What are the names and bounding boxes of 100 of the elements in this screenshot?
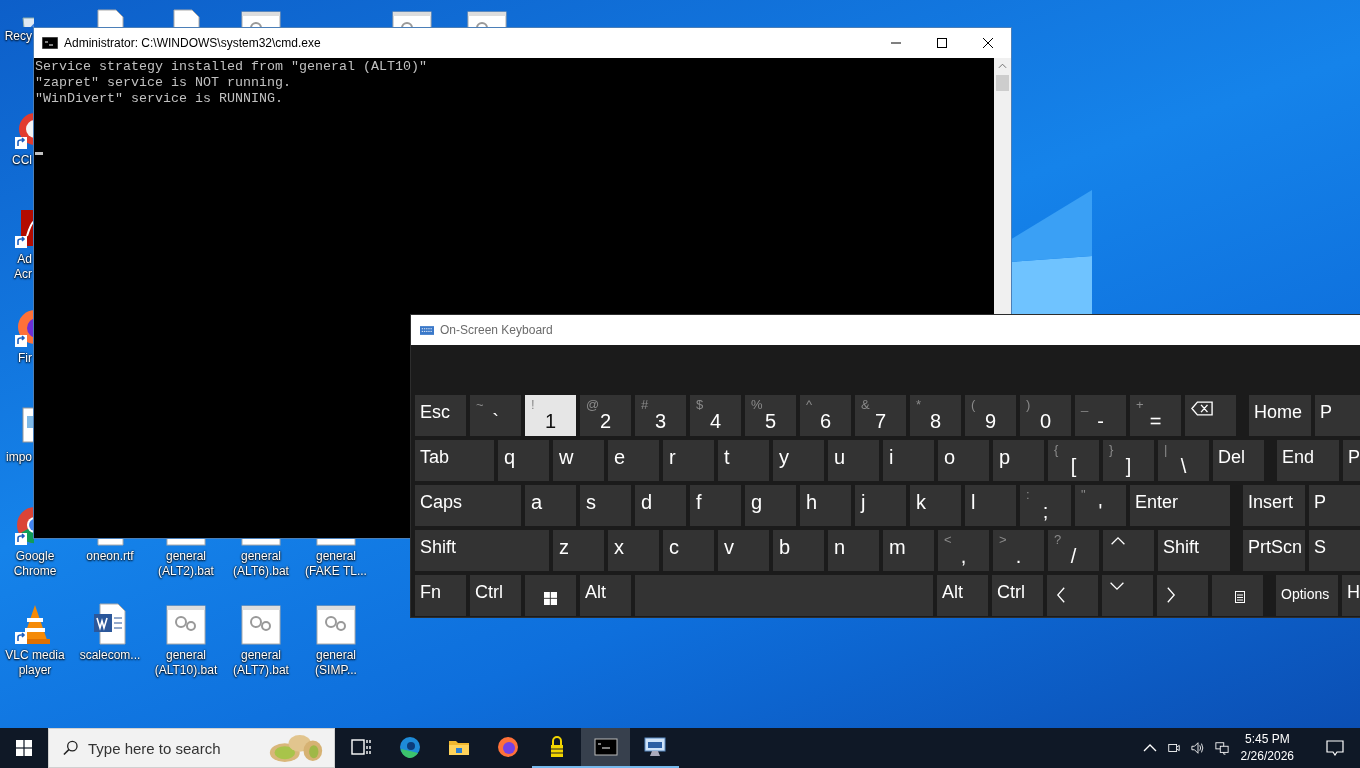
keyboard-key[interactable]: t <box>718 440 769 481</box>
clock[interactable]: 5:45 PM 2/26/2026 <box>1240 731 1294 765</box>
icon-label: general (FAKE TL... <box>304 549 368 579</box>
keyboard-key[interactable]: > . <box>993 530 1044 571</box>
keyboard-key[interactable]: Caps <box>415 485 521 526</box>
keyboard-key[interactable]: % 5 <box>745 395 796 436</box>
keyboard-key[interactable]: " ' <box>1075 485 1126 526</box>
keyboard-key[interactable]: k <box>910 485 961 526</box>
keyboard-key[interactable]: Ctrl <box>470 575 521 616</box>
notification-icon[interactable] <box>1326 740 1344 756</box>
keyboard-key[interactable]: z <box>553 530 604 571</box>
keyboard-key[interactable]: h <box>800 485 851 526</box>
keyboard-key[interactable]: o <box>938 440 989 481</box>
icon-label: oneon.rtf <box>85 549 135 564</box>
console-line: "zapret" service is NOT running. <box>35 75 292 91</box>
keyboard-key[interactable]: j <box>855 485 906 526</box>
search-field[interactable]: Type here to search <box>48 728 335 768</box>
keyboard-key[interactable]: i <box>883 440 934 481</box>
search-input[interactable]: Type here to search <box>87 739 268 757</box>
keyboard-key[interactable]: l <box>965 485 1016 526</box>
keyboard-key[interactable]: Ctrl <box>992 575 1043 616</box>
keyboard-key[interactable]: + = <box>1130 395 1181 436</box>
keyboard-key[interactable]: Shift <box>1158 530 1230 571</box>
keyboard-key[interactable]: H <box>1342 575 1360 616</box>
icon-label: scalecom... <box>78 648 142 663</box>
keyboard-key[interactable]: Tab <box>415 440 494 481</box>
keyboard-key[interactable]: ^ 6 <box>800 395 851 436</box>
keyboard-key[interactable]: w <box>553 440 604 481</box>
menu-icon <box>1235 591 1245 603</box>
console-line: "WinDivert" service is RUNNING. <box>35 91 284 107</box>
keyboard-key[interactable]: x <box>608 530 659 571</box>
keyboard-key[interactable]: & 7 <box>855 395 906 436</box>
clock-date: 2/26/2026 <box>1240 748 1294 765</box>
keyboard-key[interactable]: Esc <box>415 395 466 436</box>
firefox-icon <box>495 735 520 759</box>
keyboard-key[interactable] <box>1212 575 1263 616</box>
taskbar-button[interactable] <box>581 728 630 768</box>
keyboard-key[interactable]: m <box>883 530 934 571</box>
keyboard-key[interactable]: Insert <box>1243 485 1305 526</box>
keyboard-key[interactable]: g <box>745 485 796 526</box>
keyboard-key[interactable]: PrtScn <box>1243 530 1305 571</box>
keyboard-key[interactable]: u <box>828 440 879 481</box>
camera-icon[interactable] <box>1166 741 1181 755</box>
keyboard-key[interactable]: ( 9 <box>965 395 1016 436</box>
keyboard-key[interactable]: End <box>1277 440 1339 481</box>
keyboard-key[interactable]: Alt <box>937 575 988 616</box>
keyboard-key[interactable]: ) 0 <box>1020 395 1071 436</box>
keyboard-key[interactable]: n <box>828 530 879 571</box>
keyboard-key[interactable]: ? / <box>1048 530 1099 571</box>
network-icon[interactable] <box>1214 741 1229 755</box>
keyboard-key[interactable]: P <box>1315 395 1360 436</box>
keyboard-key[interactable]: P <box>1343 440 1360 481</box>
keyboard-key[interactable]: Shift <box>415 530 549 571</box>
keyboard-key[interactable]: P <box>1309 485 1360 526</box>
keyboard-key[interactable]: Del <box>1213 440 1264 481</box>
keyboard-key[interactable] <box>1185 395 1236 436</box>
keyboard-key[interactable]: Options <box>1276 575 1338 616</box>
keyboard-key[interactable]: @ 2 <box>580 395 631 436</box>
clock-time: 5:45 PM <box>1244 731 1290 748</box>
keyboard-key[interactable]: | \ <box>1158 440 1209 481</box>
keyboard-key[interactable]: < , <box>938 530 989 571</box>
keyboard-key[interactable]: S <box>1309 530 1360 571</box>
keyboard-key[interactable]: e <box>608 440 659 481</box>
keyboard-icon <box>420 325 434 335</box>
keyboard-key[interactable]: c <box>663 530 714 571</box>
keyboard-key[interactable]: b <box>773 530 824 571</box>
keyboard-key[interactable]: : ; <box>1020 485 1071 526</box>
backspace-icon <box>1191 401 1213 416</box>
search-icon <box>63 740 78 756</box>
keyboard-key[interactable]: { [ <box>1048 440 1099 481</box>
keyboard-monitor-icon <box>642 735 667 759</box>
keyboard-key[interactable]: a <box>525 485 576 526</box>
keyboard-key[interactable]: # 3 <box>635 395 686 436</box>
console-icon <box>42 37 58 49</box>
keyboard-key[interactable]: $ 4 <box>690 395 741 436</box>
keyboard-key[interactable]: q <box>498 440 549 481</box>
keyboard-key[interactable]: y <box>773 440 824 481</box>
keyboard-key[interactable]: Home <box>1249 395 1311 436</box>
icon-label: general (ALT10).bat <box>153 648 219 678</box>
keyboard-key[interactable]: ~ ` <box>470 395 521 436</box>
icon-label: general (ALT7).bat <box>232 648 290 678</box>
keyboard-key[interactable]: Enter <box>1130 485 1230 526</box>
keyboard-key[interactable]: Fn <box>415 575 466 616</box>
keyboard-key[interactable]: s <box>580 485 631 526</box>
keyboard-key[interactable]: } ] <box>1103 440 1154 481</box>
keyboard-key[interactable]: * 8 <box>910 395 961 436</box>
keyboard-key[interactable]: f <box>690 485 741 526</box>
keyboard-key[interactable]: v <box>718 530 769 571</box>
icon-label: impo <box>5 450 32 465</box>
close-icon <box>982 37 994 49</box>
keyboard-key[interactable]: p <box>993 440 1044 481</box>
keyboard-key[interactable]: ! 1 <box>525 395 576 436</box>
keyboard-key[interactable]: Alt <box>580 575 631 616</box>
speaker-icon[interactable] <box>1190 741 1205 755</box>
keyboard-key[interactable]: r <box>663 440 714 481</box>
keyboard-key[interactable] <box>525 575 576 616</box>
scrollbar-thumb[interactable] <box>996 75 1009 91</box>
icon-label: VLC media player <box>4 648 66 678</box>
keyboard-key[interactable]: _ - <box>1075 395 1126 436</box>
keyboard-key[interactable]: d <box>635 485 686 526</box>
